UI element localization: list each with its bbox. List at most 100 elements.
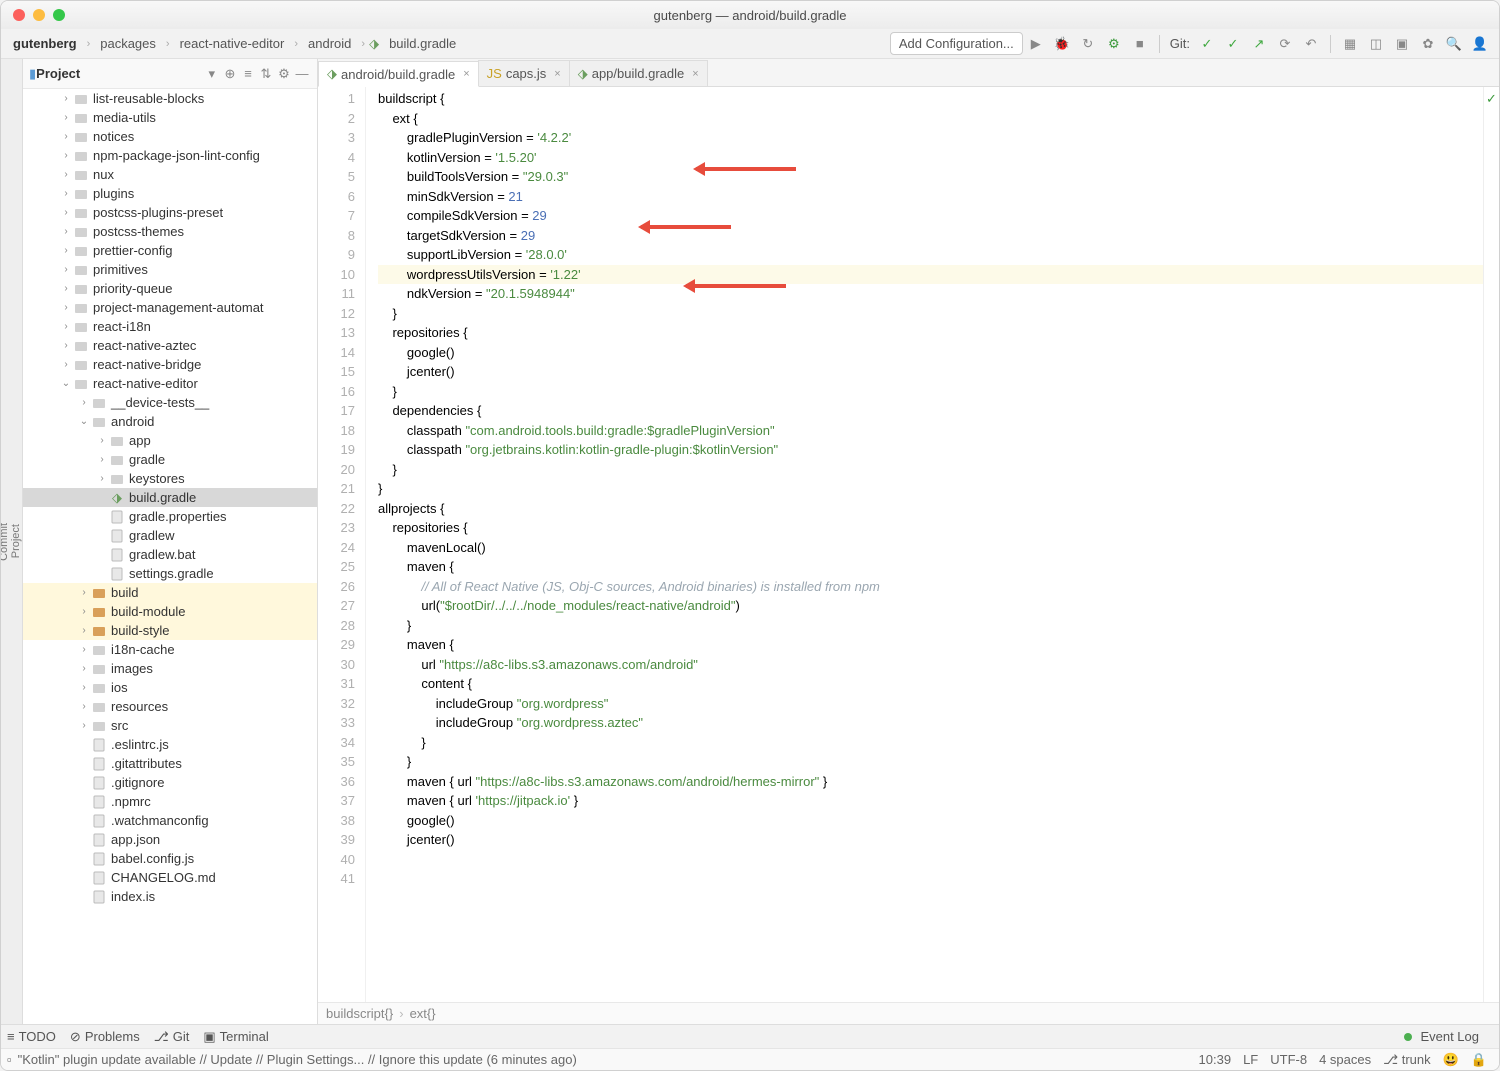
tab-android-build-gradle[interactable]: ⬗android/build.gradle× bbox=[318, 61, 479, 87]
gear-icon[interactable]: ⚙ bbox=[275, 66, 293, 82]
tree-node[interactable]: .gitattributes bbox=[23, 754, 317, 773]
tree-node[interactable]: settings.gradle bbox=[23, 564, 317, 583]
code-editor[interactable]: 1234567891011121314151617181920212223242… bbox=[318, 87, 1499, 1002]
hide-icon[interactable]: — bbox=[293, 66, 311, 81]
git-commit-icon[interactable]: ✓ bbox=[1196, 33, 1218, 55]
crumb-1[interactable]: packages bbox=[94, 32, 162, 55]
tree-node[interactable]: app.json bbox=[23, 830, 317, 849]
status-emoji[interactable]: 😃 bbox=[1437, 1052, 1465, 1068]
project-panel-title[interactable]: Project bbox=[36, 66, 208, 81]
tree-node[interactable]: ⬗build.gradle bbox=[23, 488, 317, 507]
search-icon[interactable]: 🔍 bbox=[1443, 33, 1465, 55]
tree-node[interactable]: ›ios bbox=[23, 678, 317, 697]
crumb-4[interactable]: build.gradle bbox=[383, 32, 462, 55]
tree-node[interactable]: gradle.properties bbox=[23, 507, 317, 526]
tree-node[interactable]: .gitignore bbox=[23, 773, 317, 792]
gutter-project[interactable]: Project bbox=[10, 514, 22, 568]
tree-node[interactable]: ›react-native-aztec bbox=[23, 336, 317, 355]
tree-node[interactable]: ›images bbox=[23, 659, 317, 678]
toolwindow-icon[interactable]: ▫ bbox=[7, 1052, 12, 1067]
code-content[interactable]: buildscript { ext { gradlePluginVersion … bbox=[366, 87, 1483, 1002]
tree-node[interactable]: ›react-native-bridge bbox=[23, 355, 317, 374]
user-icon[interactable]: 👤 bbox=[1469, 33, 1491, 55]
tree-node[interactable]: ›list-reusable-blocks bbox=[23, 89, 317, 108]
git-push-icon[interactable]: ✓ bbox=[1222, 33, 1244, 55]
tree-node[interactable]: ⌄react-native-editor bbox=[23, 374, 317, 393]
git-update-icon[interactable]: ↗ bbox=[1248, 33, 1270, 55]
todo-button[interactable]: ≡ TODO bbox=[7, 1029, 56, 1044]
tree-node[interactable]: ›gradle bbox=[23, 450, 317, 469]
layout-icon[interactable]: ◫ bbox=[1365, 33, 1387, 55]
tree-node[interactable]: ›i18n-cache bbox=[23, 640, 317, 659]
debug-icon[interactable]: 🐞 bbox=[1051, 33, 1073, 55]
tree-node[interactable]: ›react-i18n bbox=[23, 317, 317, 336]
close-icon[interactable]: × bbox=[692, 68, 698, 80]
tree-node[interactable]: ›postcss-themes bbox=[23, 222, 317, 241]
tree-node[interactable]: ›build-style bbox=[23, 621, 317, 640]
status-encoding[interactable]: UTF-8 bbox=[1264, 1052, 1313, 1067]
tree-node[interactable]: ›postcss-plugins-preset bbox=[23, 203, 317, 222]
event-log-button[interactable]: Event Log bbox=[1404, 1029, 1479, 1044]
crumb-3[interactable]: android bbox=[302, 32, 357, 55]
code-crumb-1[interactable]: ext{} bbox=[410, 1006, 436, 1021]
tree-node[interactable]: ›__device-tests__ bbox=[23, 393, 317, 412]
locate-icon[interactable]: ⊕ bbox=[221, 66, 239, 82]
git-history-icon[interactable]: ⟳ bbox=[1274, 33, 1296, 55]
tree-node[interactable]: .watchmanconfig bbox=[23, 811, 317, 830]
ide-icon[interactable]: ▦ bbox=[1339, 33, 1361, 55]
add-configuration-button[interactable]: Add Configuration... bbox=[890, 32, 1023, 55]
tree-node[interactable]: ›notices bbox=[23, 127, 317, 146]
tree-node[interactable]: ›resources bbox=[23, 697, 317, 716]
tree-node[interactable]: ›nux bbox=[23, 165, 317, 184]
crumb-2[interactable]: react-native-editor bbox=[174, 32, 291, 55]
chevron-down-icon[interactable]: ▾ bbox=[208, 66, 215, 82]
status-lf[interactable]: LF bbox=[1237, 1052, 1264, 1067]
expand-icon[interactable]: ≡ bbox=[239, 66, 257, 81]
git-revert-icon[interactable]: ↶ bbox=[1300, 33, 1322, 55]
tree-node[interactable]: ›npm-package-json-lint-config bbox=[23, 146, 317, 165]
tree-node[interactable]: ›plugins bbox=[23, 184, 317, 203]
gutter-commit[interactable]: Commit bbox=[0, 513, 10, 571]
tree-node[interactable]: CHANGELOG.md bbox=[23, 868, 317, 887]
close-icon[interactable]: × bbox=[463, 68, 469, 80]
close-icon[interactable]: × bbox=[554, 68, 560, 80]
code-breadcrumb[interactable]: buildscript{} › ext{} bbox=[318, 1002, 1499, 1024]
project-tree[interactable]: ›list-reusable-blocks›media-utils›notice… bbox=[23, 89, 317, 1024]
tree-node[interactable]: ›media-utils bbox=[23, 108, 317, 127]
tree-node[interactable]: babel.config.js bbox=[23, 849, 317, 868]
tree-node[interactable]: .npmrc bbox=[23, 792, 317, 811]
tree-node[interactable]: ›primitives bbox=[23, 260, 317, 279]
tree-node[interactable]: gradlew bbox=[23, 526, 317, 545]
tree-node[interactable]: ›build-module bbox=[23, 602, 317, 621]
stop-icon[interactable]: ■ bbox=[1129, 33, 1151, 55]
coverage-icon[interactable]: ↻ bbox=[1077, 33, 1099, 55]
tree-node[interactable]: ⌄android bbox=[23, 412, 317, 431]
code-crumb-0[interactable]: buildscript{} bbox=[326, 1006, 393, 1021]
tree-node[interactable]: gradlew.bat bbox=[23, 545, 317, 564]
status-message[interactable]: "Kotlin" plugin update available // Upda… bbox=[18, 1052, 1193, 1067]
tree-node[interactable]: ›project-management-automat bbox=[23, 298, 317, 317]
settings-icon[interactable]: ✿ bbox=[1417, 33, 1439, 55]
layout2-icon[interactable]: ▣ bbox=[1391, 33, 1413, 55]
tree-node[interactable]: ›src bbox=[23, 716, 317, 735]
crumb-0[interactable]: gutenberg bbox=[7, 32, 83, 55]
tree-node[interactable]: ›build bbox=[23, 583, 317, 602]
tree-node[interactable]: ›app bbox=[23, 431, 317, 450]
status-lock-icon[interactable]: 🔒 bbox=[1465, 1052, 1493, 1068]
collapse-icon[interactable]: ⇅ bbox=[257, 66, 275, 82]
status-branch[interactable]: ⎇ trunk bbox=[1377, 1052, 1437, 1068]
run-icon[interactable]: ▶ bbox=[1025, 33, 1047, 55]
breadcrumb[interactable]: gutenberg› packages› react-native-editor… bbox=[7, 32, 890, 55]
git-button[interactable]: ⎇ Git bbox=[154, 1029, 190, 1045]
problems-button[interactable]: ⊘ Problems bbox=[70, 1029, 140, 1045]
terminal-button[interactable]: ▣ Terminal bbox=[203, 1029, 268, 1045]
tree-node[interactable]: ›priority-queue bbox=[23, 279, 317, 298]
status-indent[interactable]: 4 spaces bbox=[1313, 1052, 1377, 1067]
tree-node[interactable]: index.is bbox=[23, 887, 317, 906]
tab-app-build-gradle[interactable]: ⬗app/build.gradle× bbox=[569, 60, 708, 86]
profile-icon[interactable]: ⚙ bbox=[1103, 33, 1125, 55]
tree-node[interactable]: ›prettier-config bbox=[23, 241, 317, 260]
inspection-ok-icon[interactable]: ✓ bbox=[1484, 87, 1499, 107]
tree-node[interactable]: ›keystores bbox=[23, 469, 317, 488]
tree-node[interactable]: .eslintrc.js bbox=[23, 735, 317, 754]
